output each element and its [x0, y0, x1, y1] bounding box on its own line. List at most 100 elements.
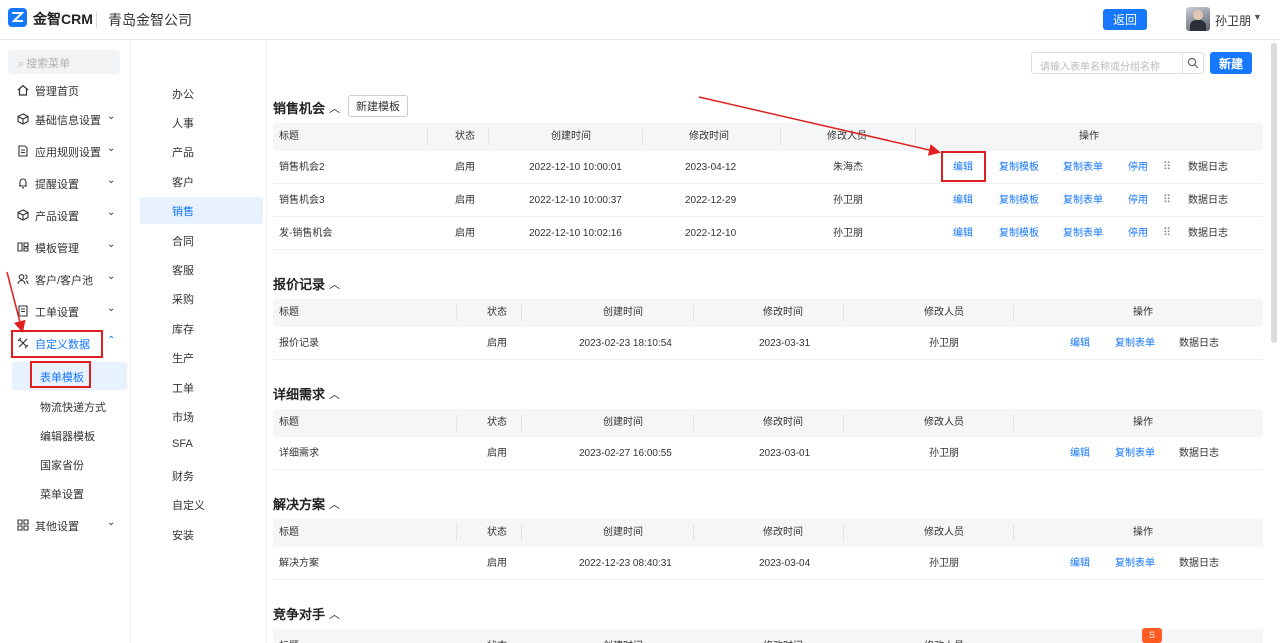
category-item[interactable]: 客服 [140, 256, 263, 283]
avatar[interactable] [1186, 7, 1210, 31]
drag-handle-icon[interactable]: ⠿ [1163, 217, 1171, 250]
copy-form-link[interactable]: 复制表单 [1063, 151, 1103, 184]
edit-link[interactable]: 编辑 [953, 217, 973, 250]
highlight-box-form-template [30, 361, 91, 388]
copy-template-link[interactable]: 复制模板 [999, 217, 1039, 250]
category-item[interactable]: 采购 [140, 285, 263, 312]
category-item[interactable]: 财务 [140, 462, 263, 489]
edit-link[interactable]: 编辑 [1070, 547, 1090, 580]
category-item-active[interactable]: 销售 [140, 197, 263, 224]
data-log-link[interactable]: 数据日志 [1179, 327, 1219, 360]
data-log-link[interactable]: 数据日志 [1188, 217, 1228, 250]
new-template-button[interactable]: 新建模板 [348, 95, 408, 117]
chevron-down-icon: ⌄ [107, 517, 116, 528]
sidebar-item-reminders[interactable]: 提醒设置 ⌄ [0, 169, 131, 197]
category-item[interactable]: 合同 [140, 227, 263, 254]
edit-link[interactable]: 编辑 [1070, 327, 1090, 360]
category-item[interactable]: SFA [140, 432, 263, 459]
disable-link[interactable]: 停用 [1128, 217, 1148, 250]
form-search-input[interactable]: 请输入表单名称或分组名称 [1031, 52, 1183, 74]
chevron-down-icon: ⌄ [107, 111, 116, 122]
section-title[interactable]: 详细需求 ︿ [273, 384, 340, 403]
table-row: 销售机会3 启用 2022-12-10 10:00:37 2022-12-29 … [273, 184, 1263, 217]
highlight-box-custom-data [11, 330, 103, 358]
section-title[interactable]: 解决方案 ︿ [273, 494, 340, 513]
sidebar-item-tickets[interactable]: 工单设置 ⌄ [0, 297, 131, 325]
chevron-up-icon: ︿ [329, 103, 341, 115]
data-log-link[interactable]: 数据日志 [1179, 437, 1219, 470]
sidebar-item-basic-info[interactable]: 基础信息设置 ⌄ [0, 105, 131, 133]
section-title[interactable]: 竞争对手 ︿ [273, 604, 340, 623]
edit-link[interactable]: 编辑 [1070, 437, 1090, 470]
user-menu-chevron-icon[interactable]: ▼ [1253, 12, 1262, 22]
category-item[interactable]: 人事 [140, 109, 263, 136]
table-header: 标题 状态 创建时间 修改时间 修改人员 操作 [273, 299, 1263, 327]
back-button[interactable]: 返回 [1103, 9, 1147, 30]
company-name: 青岛金智公司 [108, 12, 192, 28]
sidebar-item-app-rules[interactable]: 应用规则设置 ⌄ [0, 137, 131, 165]
sidebar-subitem-menu-settings[interactable]: 菜单设置 [0, 479, 131, 507]
search-icon [1187, 57, 1199, 69]
chevron-up-icon: ︿ [329, 609, 341, 621]
sales-opportunity-table: 标题 状态 创建时间 修改时间 修改人员 操作 销售机会2 启用 2022-12… [273, 123, 1263, 250]
home-icon [17, 84, 29, 96]
table-header: 标题 状态 创建时间 修改时间 修改人员 [273, 629, 1263, 643]
chevron-down-icon: ⌄ [107, 175, 116, 186]
box-icon [17, 209, 29, 221]
category-item[interactable]: 产品 [140, 138, 263, 165]
scrollbar-thumb[interactable] [1271, 43, 1277, 343]
sidebar-item-products[interactable]: 产品设置 ⌄ [0, 201, 131, 229]
chevron-down-icon: ⌄ [107, 303, 116, 314]
sidebar-item-customers[interactable]: 客户/客户池 ⌄ [0, 265, 131, 293]
copy-form-link[interactable]: 复制表单 [1115, 437, 1155, 470]
grid-icon [17, 519, 29, 531]
floating-widget-icon[interactable]: S [1142, 628, 1162, 643]
disable-link[interactable]: 停用 [1128, 151, 1148, 184]
highlight-box-edit [941, 151, 986, 182]
menu-search-input[interactable]: ⌕ 搜索菜单 [8, 50, 120, 74]
category-item[interactable]: 办公 [140, 80, 263, 107]
chevron-down-icon: ⌄ [107, 143, 116, 154]
table-row: 解决方案 启用 2022-12-23 08:40:31 2023-03-04 孙… [273, 547, 1263, 580]
username[interactable]: 孙卫朋 [1215, 12, 1251, 29]
table-header: 标题 状态 创建时间 修改时间 修改人员 操作 [273, 409, 1263, 437]
data-log-link[interactable]: 数据日志 [1179, 547, 1219, 580]
data-log-link[interactable]: 数据日志 [1188, 184, 1228, 217]
section-title[interactable]: 报价记录 ︿ [273, 274, 340, 293]
data-log-link[interactable]: 数据日志 [1188, 151, 1228, 184]
drag-handle-icon[interactable]: ⠿ [1163, 184, 1171, 217]
new-form-button[interactable]: 新建 [1210, 52, 1252, 74]
sidebar-subitem-logistics[interactable]: 物流快递方式 [0, 392, 131, 420]
copy-form-link[interactable]: 复制表单 [1115, 327, 1155, 360]
category-item[interactable]: 客户 [140, 168, 263, 195]
category-item[interactable]: 自定义 [140, 491, 263, 518]
search-button[interactable] [1182, 52, 1204, 74]
category-item[interactable]: 生产 [140, 344, 263, 371]
main-content: 请输入表单名称或分组名称 新建 销售机会 ︿ 新建模板 标题 状态 创建时间 修改… [267, 41, 1267, 643]
table-row: 详细需求 启用 2023-02-27 16:00:55 2023-03-01 孙… [273, 437, 1263, 470]
copy-form-link[interactable]: 复制表单 [1115, 547, 1155, 580]
category-item[interactable]: 工单 [140, 374, 263, 401]
drag-handle-icon[interactable]: ⠿ [1163, 151, 1171, 184]
main-scrollbar[interactable] [1268, 41, 1280, 643]
sidebar-subitem-editor-templates[interactable]: 编辑器模板 [0, 421, 131, 449]
category-item[interactable]: 库存 [140, 315, 263, 342]
brand-name: 金智CRM [33, 11, 93, 27]
section-title[interactable]: 销售机会 ︿ [273, 98, 340, 117]
template-icon [17, 242, 29, 252]
top-header: 金智CRM 青岛金智公司 返回 孙卫朋 ▼ [0, 0, 1280, 40]
copy-template-link[interactable]: 复制模板 [999, 151, 1039, 184]
sidebar-item-templates[interactable]: 模板管理 ⌄ [0, 233, 131, 261]
copy-template-link[interactable]: 复制模板 [999, 184, 1039, 217]
category-item[interactable]: 安装 [140, 521, 263, 548]
chevron-down-icon: ⌄ [107, 207, 116, 218]
sidebar-item-other-settings[interactable]: 其他设置 ⌄ [0, 511, 131, 539]
category-item[interactable]: 市场 [140, 403, 263, 430]
sidebar-subitem-provinces[interactable]: 国家省份 [0, 450, 131, 478]
copy-form-link[interactable]: 复制表单 [1063, 184, 1103, 217]
sidebar-item-home[interactable]: 管理首页 [0, 76, 131, 104]
copy-form-link[interactable]: 复制表单 [1063, 217, 1103, 250]
edit-link[interactable]: 编辑 [953, 184, 973, 217]
disable-link[interactable]: 停用 [1128, 184, 1148, 217]
table-row: 发-销售机会 启用 2022-12-10 10:02:16 2022-12-10… [273, 217, 1263, 250]
